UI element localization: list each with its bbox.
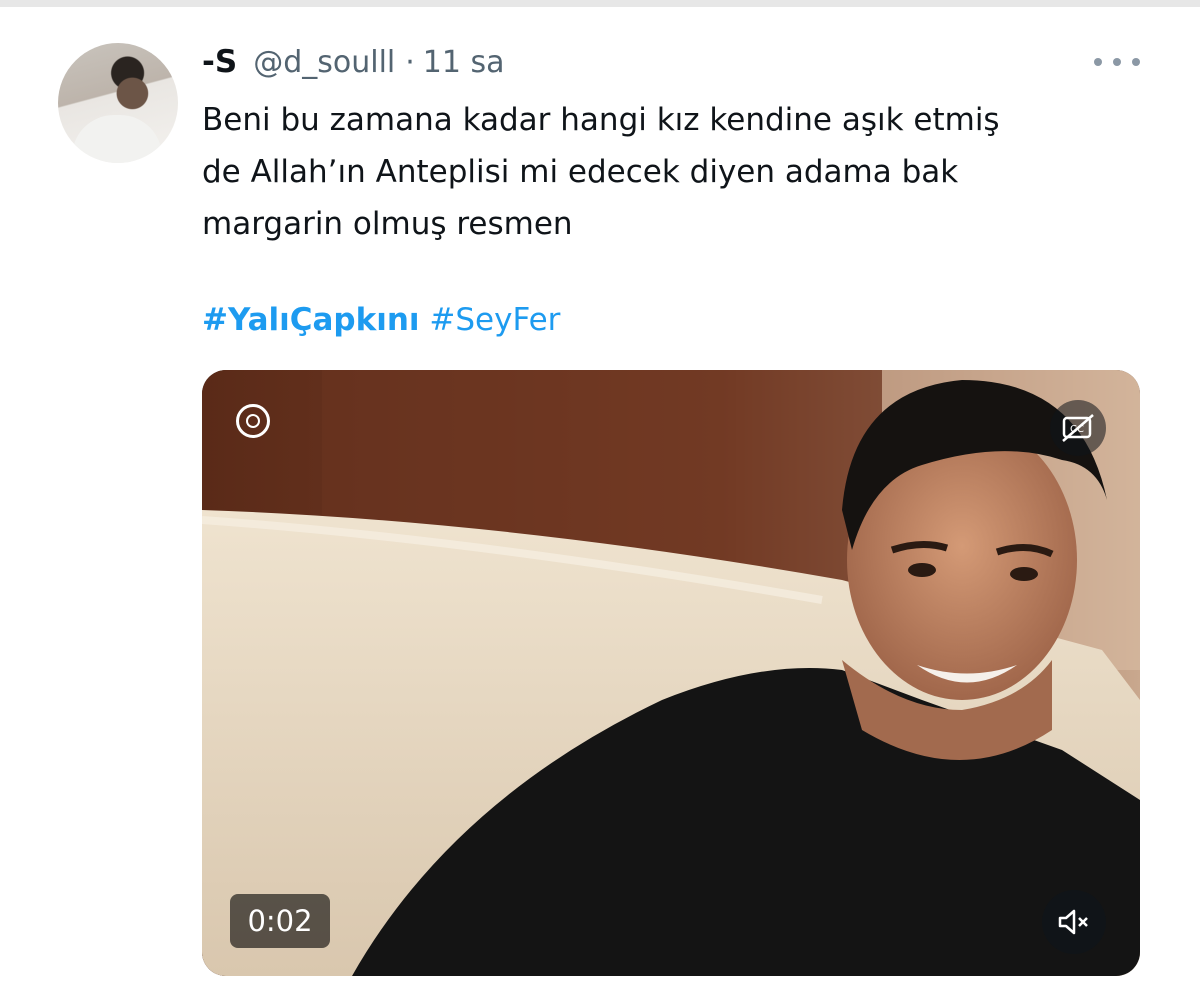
- video-frame: [202, 370, 1140, 976]
- captions-off-icon[interactable]: CC: [1050, 400, 1106, 456]
- volume-muted-icon[interactable]: [1042, 890, 1106, 954]
- hashtag-yalicapkini[interactable]: #YalıÇapkını: [202, 302, 420, 338]
- hashtag-seyfer[interactable]: #SeyFer: [429, 302, 560, 338]
- avatar[interactable]: [58, 43, 178, 163]
- tweet-text: Beni bu zamana kadar hangi kız kendine a…: [202, 102, 1000, 242]
- tweet-timestamp[interactable]: 11 sa: [423, 45, 505, 80]
- more-options-icon[interactable]: [1094, 52, 1140, 72]
- tweet-header: -S @d_soulll · 11 sa: [202, 40, 505, 84]
- hashtag-row: #YalıÇapkını #SeyFer: [202, 302, 560, 338]
- separator-dot: ·: [405, 44, 415, 80]
- display-name[interactable]: -S: [202, 44, 237, 80]
- user-handle[interactable]: @d_soulll: [253, 45, 395, 80]
- video-duration: 0:02: [230, 894, 330, 948]
- video-player[interactable]: CC 0:02: [202, 370, 1140, 976]
- gif-sticker-icon: [236, 404, 270, 438]
- top-divider: [0, 0, 1200, 7]
